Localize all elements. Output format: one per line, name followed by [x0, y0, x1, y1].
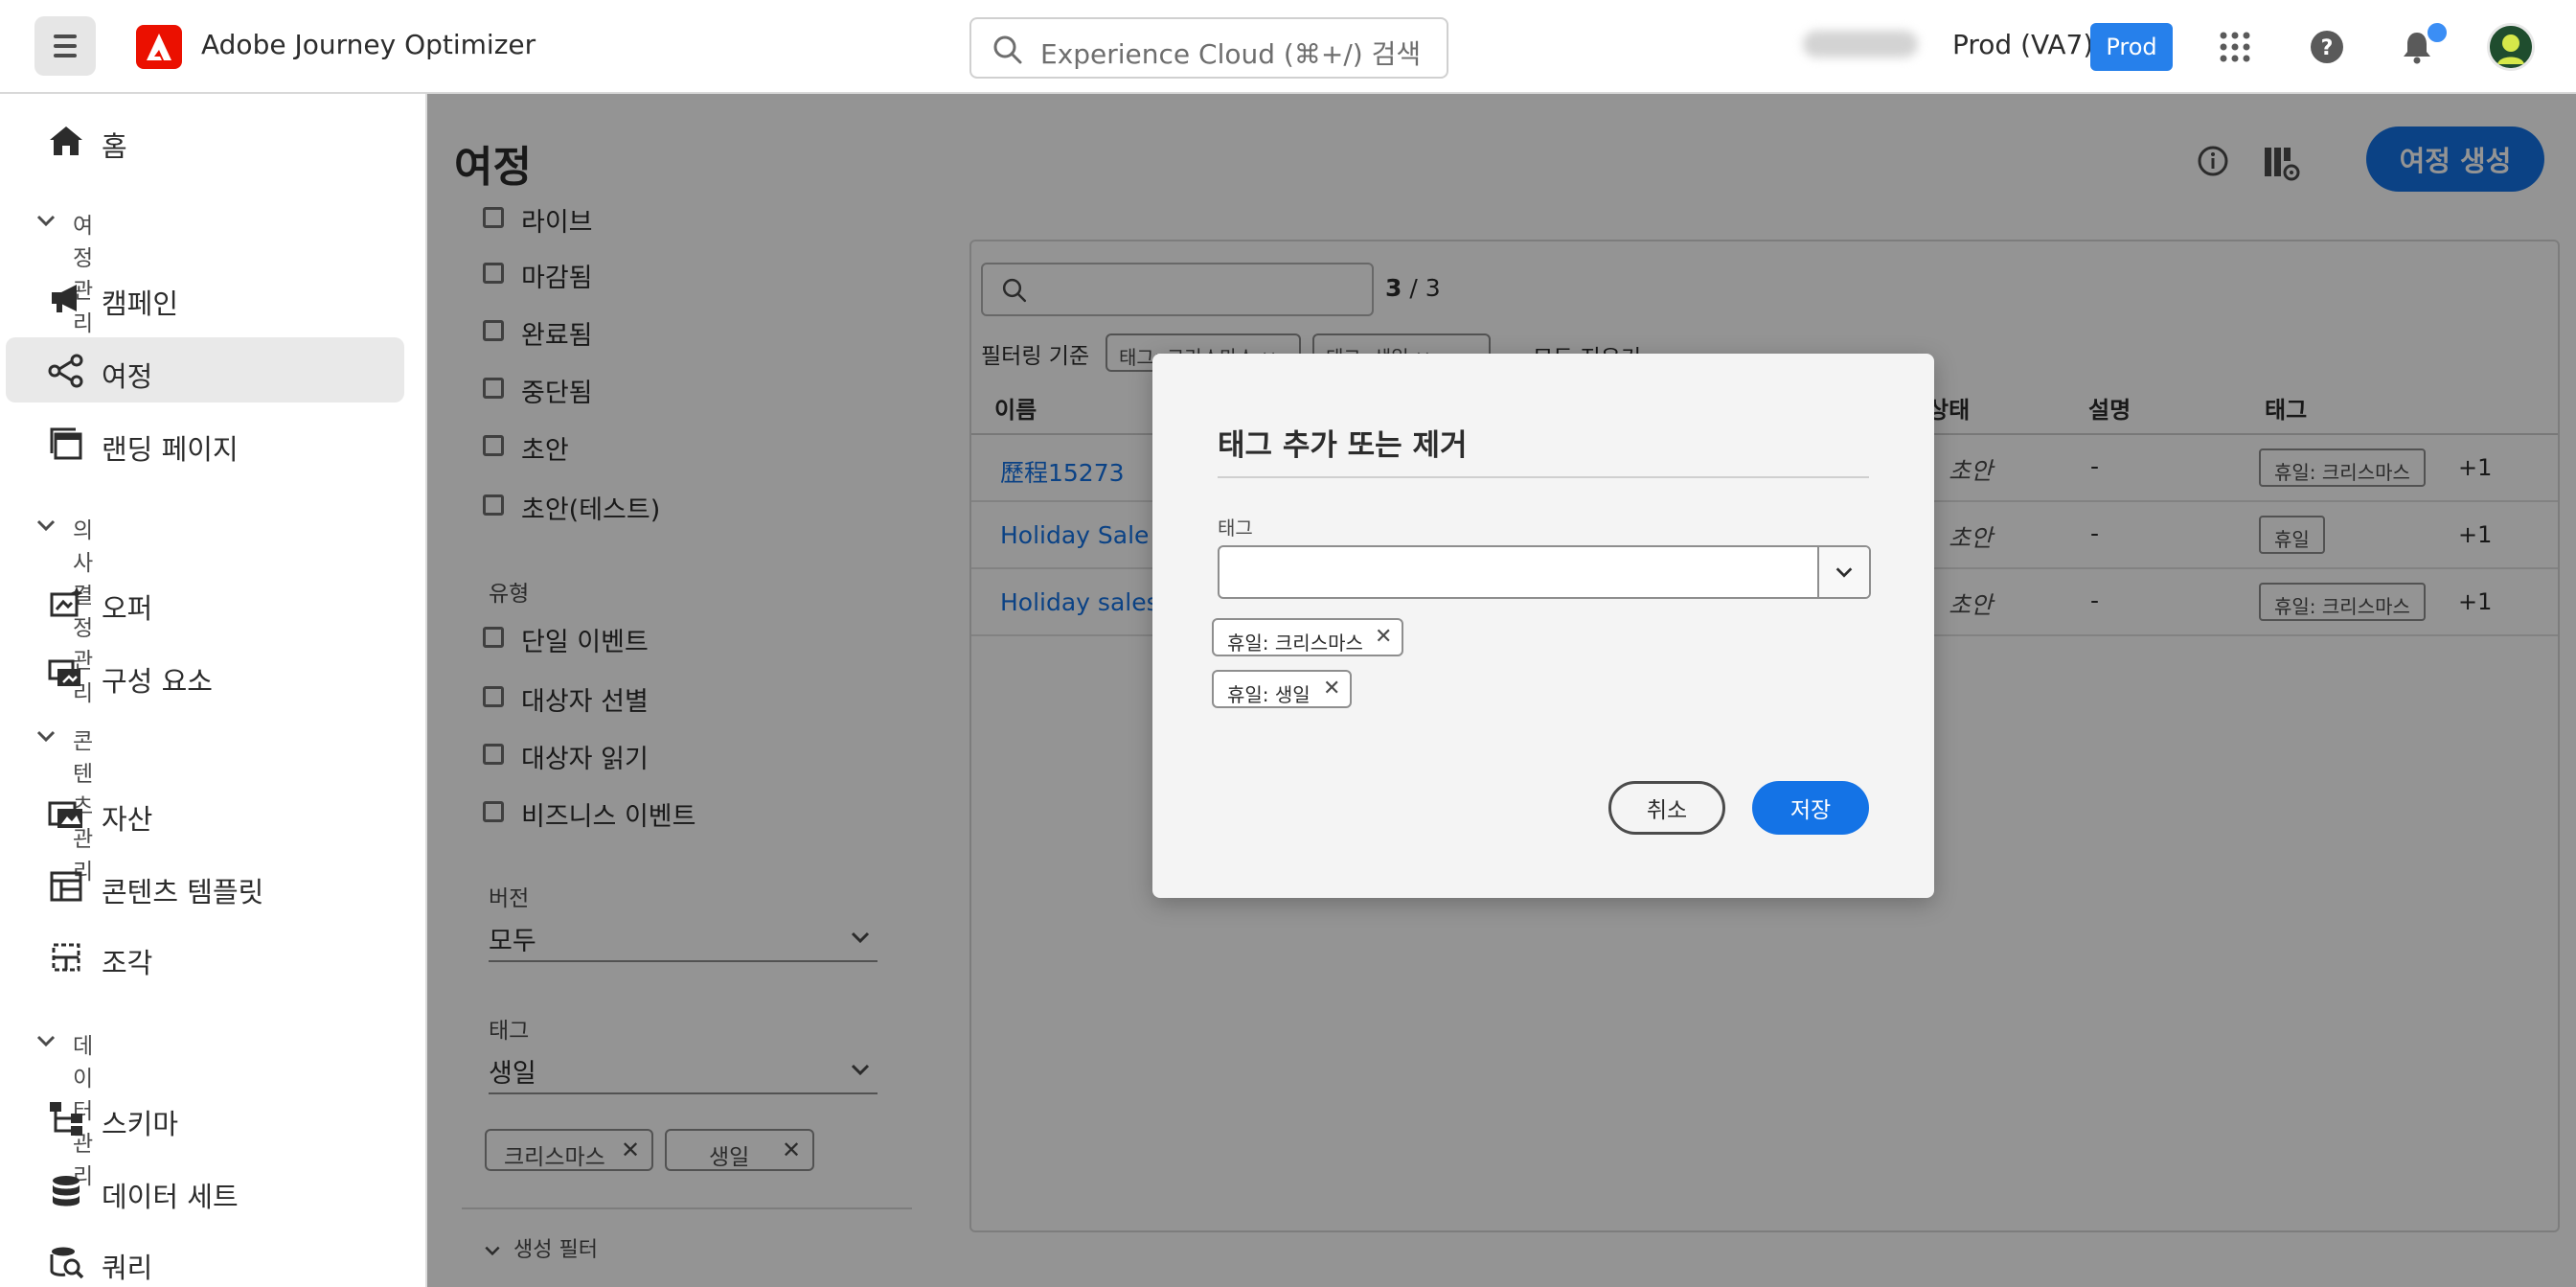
- app-title[interactable]: Adobe Journey Optimizer: [201, 29, 536, 60]
- database-icon: [53, 1176, 80, 1207]
- nav-label: 홈: [102, 130, 127, 163]
- nav-item-assets[interactable]: 자산: [6, 780, 404, 845]
- megaphone-icon: [52, 285, 77, 312]
- nav-label: 자산: [102, 803, 153, 836]
- nav-label: 랜딩 페이지: [102, 433, 239, 466]
- nav-label: 오퍼: [102, 592, 153, 625]
- nav-item-landing-pages[interactable]: 랜딩 페이지: [6, 410, 404, 475]
- chevron-down-icon: [1835, 567, 1853, 578]
- nav-item-journeys[interactable]: 여정: [6, 337, 404, 402]
- nav-item-schemas[interactable]: 스키마: [6, 1085, 404, 1150]
- nav-label: 데이터 세트: [102, 1181, 239, 1213]
- env-badge[interactable]: Prod: [2090, 23, 2173, 71]
- tag-dropdown-button[interactable]: [1817, 547, 1869, 597]
- chevron-down-icon: [36, 215, 56, 227]
- nav-label: 캠페인: [102, 287, 179, 320]
- tag-field-label: 태그: [1218, 517, 1253, 540]
- selected-tag-chip[interactable]: 휴일: 생일 ✕: [1212, 670, 1352, 708]
- top-bar: Adobe Journey Optimizer Experience Cloud…: [0, 0, 2576, 94]
- svg-text:?: ?: [2321, 36, 2334, 60]
- components-icon: [48, 659, 80, 686]
- help-icon[interactable]: ?: [2305, 25, 2349, 69]
- notification-dot: [2426, 21, 2449, 44]
- nav-item-content-templates[interactable]: 콘텐츠 템플릿: [6, 853, 404, 918]
- left-nav: 홈 여정 관리 캠페인 여정 랜딩 페이지 의사 결정 관리 오퍼 구성 요소 …: [0, 94, 427, 1287]
- tag-dialog: 태그 추가 또는 제거 태그 휴일: 크리스마스 ✕ 휴일: 생일 ✕ 취소 저…: [1152, 354, 1934, 898]
- dialog-title: 태그 추가 또는 제거: [1218, 428, 1468, 463]
- close-icon[interactable]: ✕: [1375, 625, 1392, 649]
- chevron-down-icon: [36, 730, 56, 743]
- nav-label: 조각: [102, 947, 153, 979]
- nav-label: 여정: [102, 360, 153, 393]
- tag-combobox[interactable]: [1218, 545, 1871, 599]
- schema-icon: [50, 1102, 82, 1136]
- selected-tag-chip[interactable]: 휴일: 크리스마스 ✕: [1212, 618, 1403, 656]
- nav-item-fragments[interactable]: 조각: [6, 924, 404, 989]
- save-button[interactable]: 저장: [1752, 781, 1869, 835]
- nav-item-datasets[interactable]: 데이터 세트: [6, 1158, 404, 1223]
- template-icon: [50, 871, 82, 902]
- menu-icon[interactable]: [34, 16, 96, 76]
- landing-page-icon: [50, 427, 82, 460]
- offer-icon: [50, 586, 83, 617]
- assets-icon: [48, 801, 82, 828]
- cancel-button[interactable]: 취소: [1608, 781, 1725, 835]
- adobe-logo: [136, 25, 182, 69]
- nav-label: 쿼리: [102, 1252, 153, 1284]
- nav-item-campaigns[interactable]: 캠페인: [6, 264, 404, 330]
- nav-label: 스키마: [102, 1108, 179, 1140]
- environment-label[interactable]: Prod (VA7): [1952, 29, 2093, 60]
- query-icon: [50, 1247, 84, 1279]
- fragment-icon: [52, 943, 80, 972]
- search-placeholder: Experience Cloud (⌘+/) 검색: [1040, 38, 1422, 70]
- nav-item-offers[interactable]: 오퍼: [6, 569, 404, 634]
- nav-item-home[interactable]: 홈: [6, 107, 404, 172]
- apps-grid-icon[interactable]: [2213, 25, 2257, 69]
- org-name[interactable]: [1803, 31, 1918, 57]
- chevron-down-icon: [36, 1035, 56, 1047]
- journey-icon: [48, 354, 83, 388]
- close-icon[interactable]: ✕: [1323, 677, 1340, 701]
- nav-item-components[interactable]: 구성 요소: [6, 642, 404, 707]
- chevron-down-icon: [36, 519, 56, 532]
- home-icon: [50, 126, 82, 155]
- search-icon: [993, 35, 1022, 64]
- user-avatar[interactable]: [2487, 23, 2535, 71]
- nav-label: 구성 요소: [102, 665, 213, 698]
- chip-label: 휴일: 생일: [1227, 683, 1311, 706]
- chip-label: 휴일: 크리스마스: [1227, 632, 1363, 655]
- global-search[interactable]: Experience Cloud (⌘+/) 검색: [969, 17, 1448, 79]
- dialog-divider: [1218, 476, 1869, 478]
- nav-label: 콘텐츠 템플릿: [102, 876, 264, 908]
- nav-item-queries[interactable]: 쿼리: [6, 1229, 404, 1287]
